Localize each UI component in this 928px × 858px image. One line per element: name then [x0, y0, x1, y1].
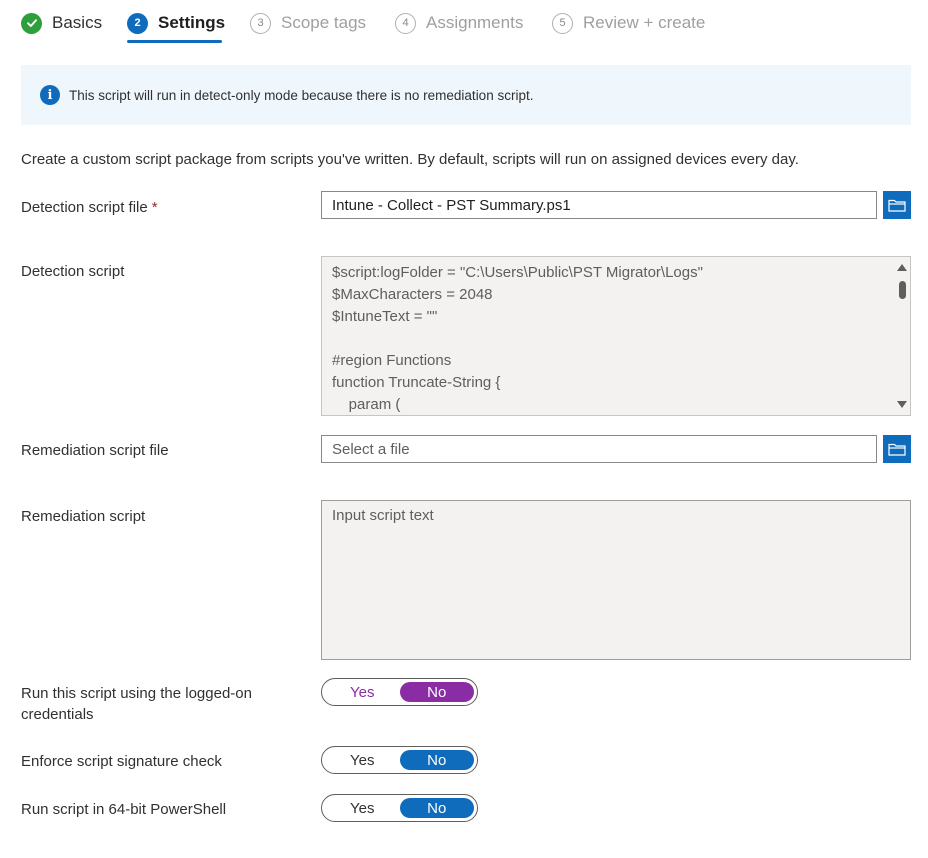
signature-check-label: Enforce script signature check — [21, 753, 222, 770]
step-settings[interactable]: 2 Settings — [127, 10, 225, 36]
toggle-no-option[interactable]: No — [399, 750, 474, 770]
code-line: param ( — [332, 396, 401, 413]
step-number: 5 — [552, 12, 573, 34]
step-label: Review + create — [583, 13, 706, 32]
detection-browse-button[interactable] — [883, 191, 911, 219]
step-review-create[interactable]: 5 Review + create — [552, 10, 705, 36]
code-line: $MaxCharacters = 2048 — [332, 286, 493, 303]
step-label: Basics — [52, 13, 103, 32]
page-description: Create a custom script package from scri… — [21, 151, 799, 168]
powershell-64bit-toggle[interactable]: Yes No — [321, 794, 478, 822]
folder-icon — [888, 443, 906, 456]
info-icon: i — [40, 85, 60, 105]
detection-script-textarea[interactable]: $script:logFolder = "C:\Users\Public\PST… — [321, 256, 911, 416]
toggle-yes-option[interactable]: Yes — [325, 798, 400, 818]
toggle-no-option[interactable]: No — [399, 798, 474, 818]
logged-on-credentials-label: Run this script using the logged-on cred… — [21, 685, 252, 723]
banner-text: This script will run in detect-only mode… — [69, 87, 534, 103]
signature-check-toggle[interactable]: Yes No — [321, 746, 478, 774]
code-line: function Truncate-String { — [332, 374, 501, 391]
toggle-yes-option[interactable]: Yes — [325, 750, 400, 770]
checkmark-icon — [21, 12, 42, 34]
remediation-script-textarea[interactable]: Input script text — [321, 500, 911, 660]
wizard-steps: Basics 2 Settings 3 Scope tags 4 Assignm… — [0, 0, 928, 50]
step-scope-tags[interactable]: 3 Scope tags — [250, 10, 366, 36]
remediation-script-file-label: Remediation script file — [21, 442, 169, 459]
scroll-thumb[interactable] — [899, 281, 906, 299]
active-step-underline — [127, 40, 222, 43]
info-banner: i This script will run in detect-only mo… — [21, 65, 911, 125]
step-label: Settings — [158, 13, 226, 32]
powershell-64bit-label: Run script in 64-bit PowerShell — [21, 801, 227, 818]
remediation-browse-button[interactable] — [883, 435, 911, 463]
toggle-no-option[interactable]: No — [399, 682, 474, 702]
code-line: $IntuneText = "" — [332, 308, 438, 325]
required-marker: * — [151, 199, 158, 216]
step-number: 3 — [250, 12, 271, 34]
toggle-yes-option[interactable]: Yes — [325, 682, 400, 702]
scroll-down-arrow-icon[interactable] — [897, 401, 907, 408]
step-number: 2 — [127, 12, 148, 34]
detection-script-file-label: Detection script file * — [21, 199, 158, 216]
folder-icon — [888, 199, 906, 212]
scroll-up-arrow-icon[interactable] — [897, 264, 907, 271]
step-basics[interactable]: Basics — [21, 10, 102, 36]
step-assignments[interactable]: 4 Assignments — [395, 10, 523, 36]
step-number: 4 — [395, 12, 416, 34]
remediation-script-file-input[interactable]: Select a file — [321, 435, 877, 463]
step-label: Scope tags — [281, 13, 367, 32]
detection-script-file-input[interactable]: Intune - Collect - PST Summary.ps1 — [321, 191, 877, 219]
detection-script-label: Detection script — [21, 263, 125, 280]
code-line: $script:logFolder = "C:\Users\Public\PST… — [332, 264, 703, 281]
logged-on-credentials-toggle[interactable]: Yes No — [321, 678, 478, 706]
step-label: Assignments — [426, 13, 524, 32]
vertical-scrollbar[interactable] — [894, 257, 910, 415]
remediation-script-label: Remediation script — [21, 508, 146, 525]
code-line: #region Functions — [332, 352, 452, 369]
